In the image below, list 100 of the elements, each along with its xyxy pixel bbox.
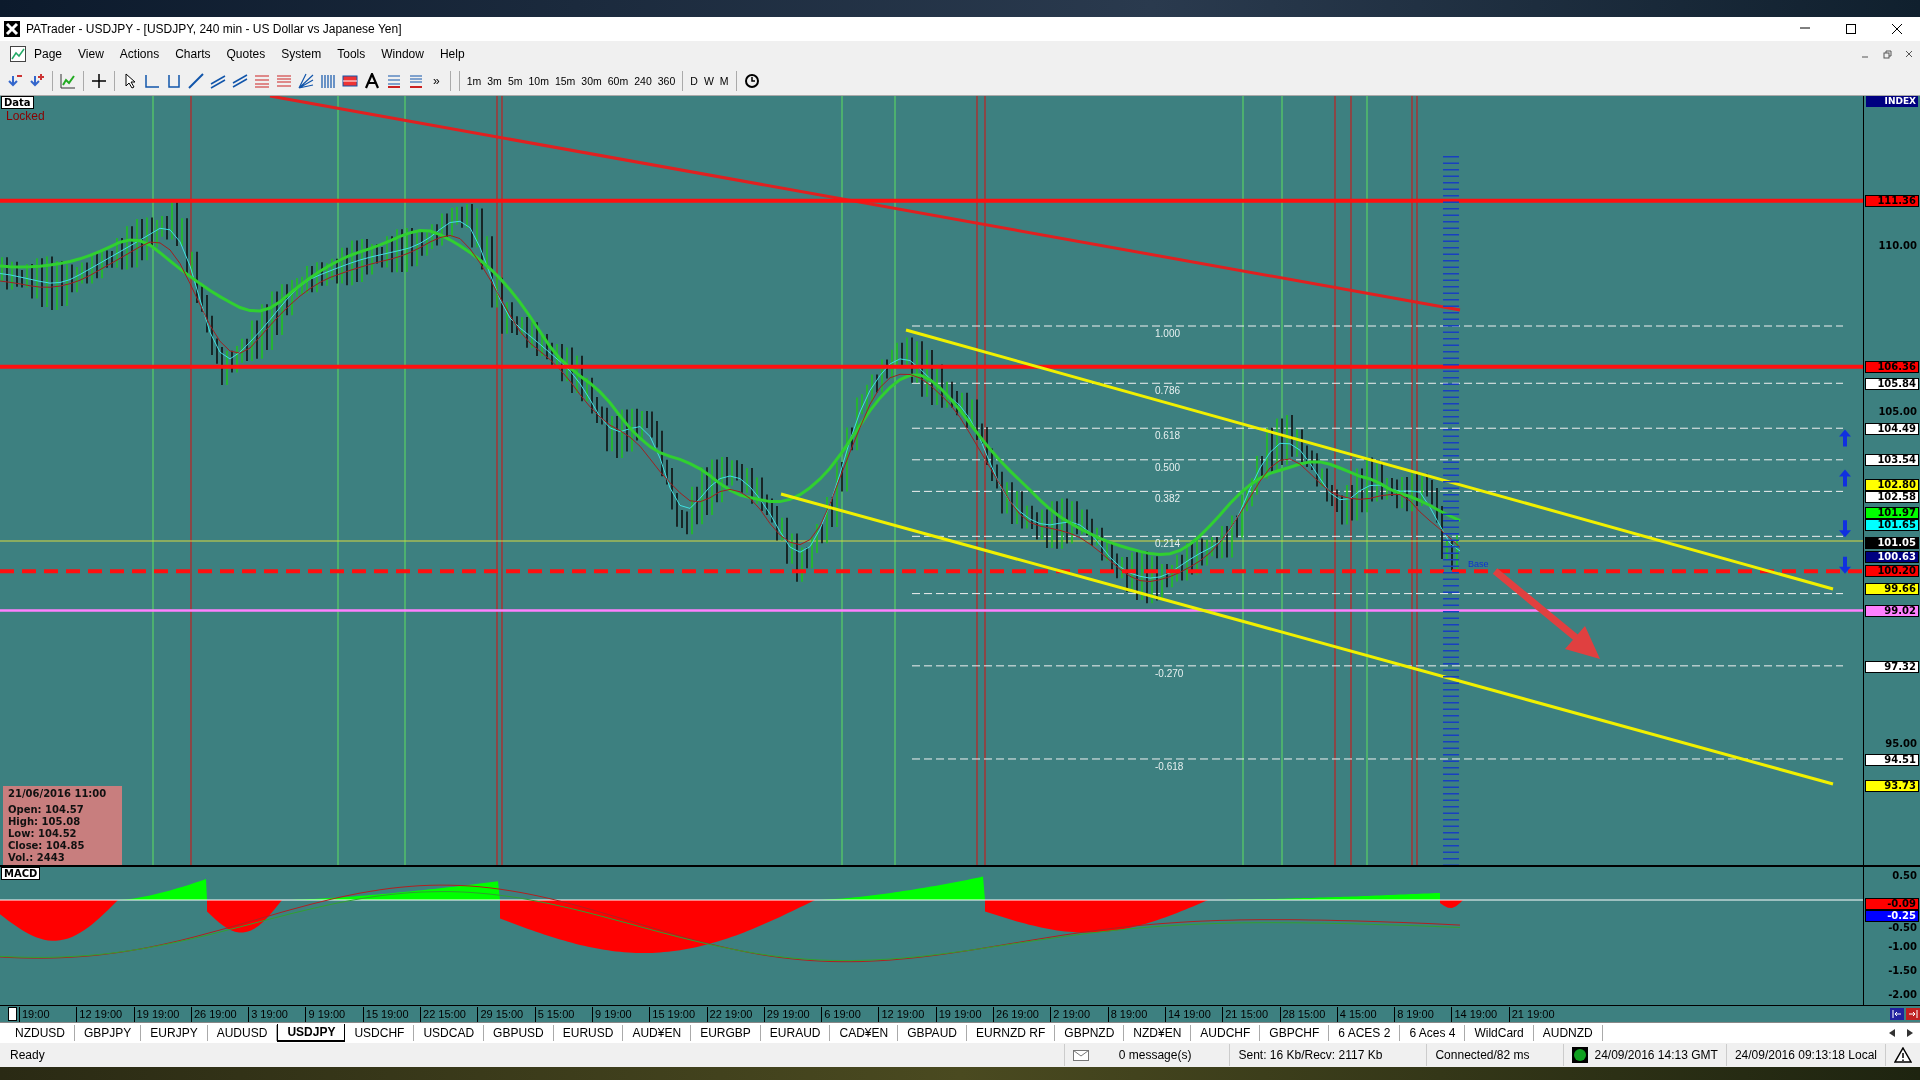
scroll-right-icon[interactable] <box>1906 1028 1914 1038</box>
menu-item[interactable]: Charts <box>167 43 219 64</box>
symbol-tab[interactable]: GBPUSD <box>484 1025 554 1041</box>
symbol-tab[interactable]: CAD¥EN <box>830 1025 899 1041</box>
candle-value-text: Low: 104.52 <box>8 828 78 840</box>
scroll-left-icon[interactable] <box>1888 1028 1896 1038</box>
fan-lines-icon[interactable] <box>298 72 314 89</box>
timeframe-button[interactable]: 240 <box>631 72 655 89</box>
symbol-tab[interactable]: WildCard <box>1465 1025 1534 1041</box>
time-axis-label: 26 19:00 <box>190 1006 249 1022</box>
warning-icon[interactable] <box>1894 1047 1912 1063</box>
candle-value-text: Vol.: 2443 <box>8 852 66 864</box>
menu-item[interactable]: Quotes <box>218 43 274 64</box>
menu-item[interactable]: System <box>273 43 330 64</box>
regression-channel-icon[interactable] <box>232 72 248 89</box>
price-marker-label: 97.32 <box>1865 660 1919 673</box>
timeframe-button[interactable]: 360 <box>654 72 679 89</box>
price-marker-label: 93.73 <box>1865 780 1919 793</box>
symbol-tab[interactable]: GBPAUD <box>898 1025 967 1041</box>
time-zones-icon[interactable] <box>320 72 336 89</box>
symbol-tab[interactable]: GBPCHF <box>1260 1025 1330 1041</box>
price-marker-label: -0.25 <box>1865 910 1919 923</box>
symbol-tab[interactable]: AUDCHF <box>1191 1025 1261 1041</box>
support-levels-icon[interactable] <box>408 72 424 89</box>
message-count-text: 0 message(s) <box>1118 1048 1192 1062</box>
zoom-out-icon[interactable] <box>7 72 23 89</box>
symbol-tab[interactable]: AUDNZD <box>1533 1025 1603 1041</box>
price-marker-label: 101.97 <box>1865 506 1919 519</box>
pivot-levels-icon[interactable] <box>386 72 402 89</box>
scroll-thumb[interactable] <box>8 1007 17 1021</box>
price-marker-label: 101.05 <box>1865 537 1919 550</box>
axis-tick-label: 95.00 <box>1884 738 1918 750</box>
rectangle-levels-icon[interactable] <box>342 72 358 89</box>
candle-value-text: Close: 104.85 <box>8 840 86 852</box>
symbol-tab[interactable]: EURUSD <box>553 1025 624 1041</box>
time-axis-label: 26 19:00 <box>993 1006 1051 1022</box>
price-marker-label: 102.80 <box>1865 479 1919 492</box>
cursor-icon[interactable] <box>122 72 138 89</box>
traffic-text: Sent: 16 Kb/Recv: 2117 Kb <box>1238 1048 1383 1062</box>
symbol-tab[interactable]: 6 Aces 4 <box>1400 1025 1466 1041</box>
symbol-tab[interactable]: NZDUSD <box>6 1025 75 1041</box>
timeframe-button[interactable]: 1m <box>463 72 485 89</box>
timeframe-button[interactable]: 5m <box>504 72 526 89</box>
period-button[interactable]: M <box>716 72 732 89</box>
timeframe-button[interactable]: 30m <box>578 72 605 89</box>
timeframe-button[interactable]: 60m <box>604 72 632 89</box>
chart-icon[interactable] <box>10 45 26 62</box>
menu-item[interactable]: Help <box>431 43 473 64</box>
price-marker-label: 100.63 <box>1865 551 1919 564</box>
price-marker-label: 111.36 <box>1865 194 1919 207</box>
horizontal-line-icon[interactable] <box>144 72 160 89</box>
time-axis-label: 21 19:00 <box>1508 1006 1566 1022</box>
menu-item[interactable]: Window <box>373 43 432 64</box>
candle-value-text: Open: 104.57 <box>8 804 85 816</box>
menu-item[interactable]: Actions <box>111 43 168 64</box>
menu-item[interactable]: View <box>70 43 112 64</box>
symbol-tab[interactable]: EURNZD RF <box>966 1025 1056 1041</box>
symbol-tab[interactable]: AUD¥EN <box>623 1025 692 1041</box>
clock-icon[interactable] <box>743 72 760 89</box>
period-button[interactable]: W <box>700 72 717 89</box>
symbol-tab[interactable]: AUDUSD <box>207 1025 278 1041</box>
axis-tick-label: 110.00 <box>1877 240 1918 252</box>
indicator-chart-icon[interactable] <box>60 72 76 89</box>
more-tools-button[interactable]: » <box>427 73 446 88</box>
symbol-tab[interactable]: EURGBP <box>691 1025 761 1041</box>
symbol-tab[interactable]: EURAUD <box>760 1025 831 1041</box>
symbol-tab[interactable]: USDCAD <box>414 1025 485 1041</box>
maximize-icon[interactable] <box>1845 23 1857 35</box>
time-axis-label: 19 19:00 <box>133 1006 191 1022</box>
trend-line-icon[interactable] <box>188 72 204 89</box>
time-axis-label: 8 19:00 <box>1394 1006 1452 1022</box>
zoom-in-icon[interactable] <box>29 72 45 89</box>
text-icon[interactable] <box>364 72 380 89</box>
time-axis-label: 29 15:00 <box>477 1006 535 1022</box>
symbol-tab[interactable]: GBPJPY <box>75 1025 142 1041</box>
time-axis-label: 12 19:00 <box>76 1006 134 1022</box>
menu-item[interactable]: Tools <box>329 43 374 64</box>
symbol-tab[interactable]: EURJPY <box>141 1025 208 1041</box>
scroll-end-icon[interactable] <box>1890 1008 1920 1020</box>
symbol-tab[interactable]: 6 ACES 2 <box>1329 1025 1401 1041</box>
fibonacci-level-label: 0.382 <box>1155 493 1181 505</box>
timeframe-button[interactable]: 15m <box>551 72 579 89</box>
menu-item[interactable]: Page <box>26 43 71 64</box>
restore-icon[interactable] <box>1882 48 1892 59</box>
timeframe-button[interactable]: 3m <box>484 72 505 89</box>
candle-date-text: 21/06/2016 11:00 <box>8 788 108 800</box>
period-button[interactable]: D <box>687 72 701 89</box>
window-title: PATrader - USDJPY - [USDJPY, 240 min - US Dollar vs Japanese Yen] <box>26 22 403 36</box>
price-marker-label: 94.51 <box>1865 754 1919 767</box>
symbol-tab[interactable]: GBPNZD <box>1055 1025 1125 1041</box>
channel-icon[interactable] <box>210 72 226 89</box>
vertical-line-icon[interactable] <box>166 72 182 89</box>
crosshair-icon[interactable] <box>91 72 107 89</box>
time-axis-label: 2 19:00 <box>1050 1006 1108 1022</box>
timeframe-button[interactable]: 10m <box>525 72 552 89</box>
close-icon[interactable] <box>1904 48 1914 59</box>
close-icon[interactable] <box>1891 23 1903 35</box>
symbol-tab[interactable]: NZD¥EN <box>1124 1025 1192 1041</box>
app-logo-icon <box>4 21 20 37</box>
symbol-tab[interactable]: USDCHF <box>345 1025 415 1041</box>
